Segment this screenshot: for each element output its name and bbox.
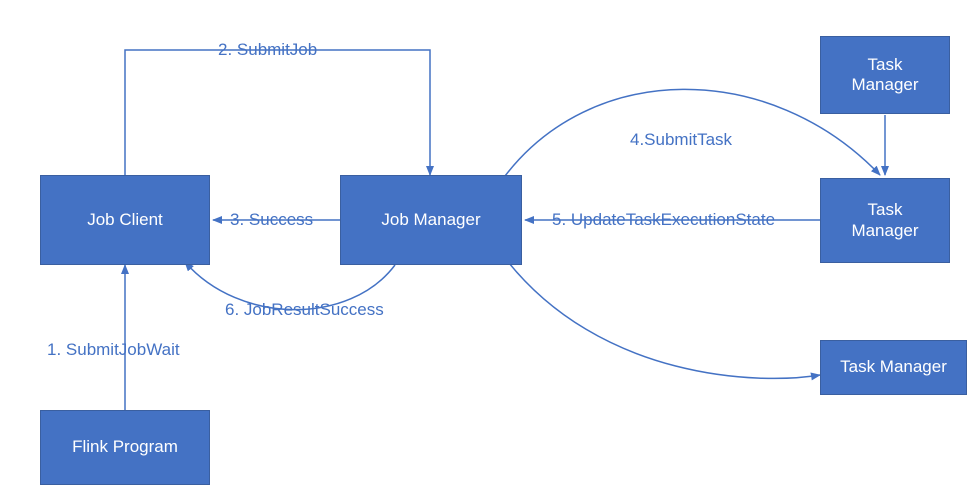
box-task-manager-3: Task Manager xyxy=(820,340,967,395)
box-task-manager-2-label: Task Manager xyxy=(851,200,918,241)
box-flink-program-label: Flink Program xyxy=(72,437,178,457)
edge-lower-curve xyxy=(505,258,820,378)
box-task-manager-2: Task Manager xyxy=(820,178,950,263)
box-flink-program: Flink Program xyxy=(40,410,210,485)
box-task-manager-3-label: Task Manager xyxy=(840,357,947,377)
label-success: 3. Success xyxy=(230,210,313,230)
box-job-client: Job Client xyxy=(40,175,210,265)
box-job-manager-label: Job Manager xyxy=(381,210,480,230)
box-task-manager-1-label: Task Manager xyxy=(851,55,918,96)
edge-jobresultsuccess xyxy=(185,262,395,310)
box-job-client-label: Job Client xyxy=(87,210,163,230)
box-task-manager-1: Task Manager xyxy=(820,36,950,114)
label-submitjob: 2. SubmitJob xyxy=(218,40,317,60)
label-submitjobwait: 1. SubmitJobWait xyxy=(47,340,180,360)
label-jobresultsuccess: 6. JobResultSuccess xyxy=(225,300,384,320)
label-submittask: 4.SubmitTask xyxy=(630,130,732,150)
diagram-stage: { "boxes": { "flink_program": "Flink Pro… xyxy=(0,0,975,502)
label-updatetaskexecstate: 5. UpdateTaskExecutionState xyxy=(552,210,775,230)
box-job-manager: Job Manager xyxy=(340,175,522,265)
edge-submitjob xyxy=(125,50,430,175)
